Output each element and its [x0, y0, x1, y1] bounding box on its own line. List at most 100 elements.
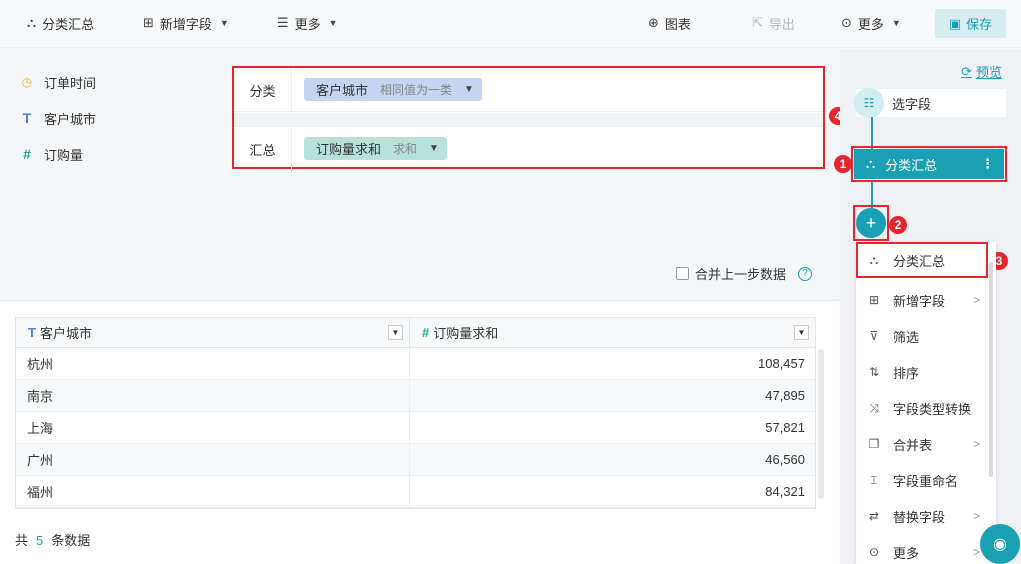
group-field-chip[interactable]: 客户城市 相同值为一类 ▼ — [304, 78, 482, 101]
table-cell: 57,821 — [765, 420, 805, 435]
export-icon: ⇱ — [752, 15, 763, 30]
save-button[interactable]: ▣ 保存 — [935, 9, 1006, 38]
table-cell: 108,457 — [758, 356, 805, 371]
summary-field-chip[interactable]: 订购量求和 求和 ▼ — [304, 137, 447, 160]
annotation-badge-2: 2 — [889, 216, 907, 234]
group-row: 分类 客户城市 相同值为一类 ▼ — [234, 68, 823, 112]
table-cell: 47,895 — [765, 388, 805, 403]
annotation-badge-1: 1 — [834, 155, 852, 173]
field-list: ◷ 订单时间 T 客户城市 # 订购量 — [0, 49, 230, 299]
menu-item-add-field[interactable]: ⊞ 新增字段 > — [856, 282, 996, 318]
chevron-right-icon: > — [972, 545, 980, 559]
field-label: 订购量 — [44, 147, 84, 163]
field-item-order-time[interactable]: ◷ 订单时间 — [20, 72, 96, 92]
table-cell: 福州 — [16, 476, 410, 507]
add-column-icon: ⊞ — [143, 15, 154, 30]
chart-button[interactable]: ⊕ 图表 — [648, 0, 691, 46]
menu-item-label: 排序 — [893, 365, 920, 381]
caret-down-icon: ▼ — [328, 18, 338, 28]
text-type-icon: T — [28, 325, 36, 340]
more-right-button[interactable]: ⊙ 更多 ▼ — [841, 0, 901, 46]
summary-tab-button[interactable]: ⛬ 分类汇总 — [27, 0, 94, 46]
table-row: 南京 47,895 — [16, 380, 815, 412]
column-header-label: 订购量求和 — [433, 326, 499, 341]
help-icon[interactable]: ? — [798, 266, 813, 281]
copy-icon: ❐ — [868, 437, 880, 451]
merge-checkbox[interactable] — [676, 267, 689, 280]
menu-item-merge-table[interactable]: ❐ 合并表 > — [856, 426, 996, 462]
chat-icon: ◉ — [993, 536, 1007, 553]
column-header-label: 客户城市 — [39, 326, 92, 341]
number-type-icon: # — [422, 325, 430, 340]
menu-item-sort[interactable]: ⇅ 排序 — [856, 354, 996, 390]
plus-circle-icon: ⊕ — [648, 15, 659, 30]
table-row: 上海 57,821 — [16, 412, 815, 444]
add-step-button[interactable]: + — [856, 208, 886, 238]
add-step-menu: ⛬ 分类汇总 ⊞ 新增字段 > ⊽ 筛选 ⇅ 排序 ⤨ 字段类型转换 ❐ 合并表… — [856, 242, 996, 564]
table-row: 杭州 108,457 — [16, 348, 815, 380]
rename-icon: ⌶ — [870, 472, 878, 487]
more-vertical-icon[interactable]: ⋮ — [981, 156, 994, 172]
group-chip-label: 客户城市 — [316, 83, 369, 98]
table-cell: 84,321 — [765, 484, 805, 499]
save-label: 保存 — [966, 17, 993, 32]
table-cell: 上海 — [16, 412, 410, 443]
add-field-label: 新增字段 — [159, 16, 212, 32]
flow-connector — [871, 117, 873, 149]
menu-item-label: 新增字段 — [893, 293, 946, 309]
step-label: 选字段 — [892, 96, 932, 112]
merge-label: 合并上一步数据 — [695, 267, 787, 282]
menu-item-more[interactable]: ⊙ 更多 > — [856, 534, 996, 564]
field-item-order-quantity[interactable]: # 订购量 — [20, 144, 83, 164]
menu-item-rename[interactable]: ⌶ 字段重命名 — [856, 462, 996, 498]
table-cell: 广州 — [16, 444, 410, 475]
menu-item-label: 替换字段 — [893, 509, 946, 525]
preview-icon: ⟳ — [961, 63, 972, 79]
chevron-right-icon: > — [972, 293, 980, 307]
field-label: 订单时间 — [44, 75, 97, 91]
add-field-button[interactable]: ⊞ 新增字段 ▼ — [143, 0, 229, 46]
column-dropdown-icon[interactable]: ▼ — [794, 325, 809, 340]
table-scrollbar[interactable] — [818, 349, 824, 499]
more-left-label: 更多 — [294, 16, 321, 32]
ellipsis-circle-icon: ⊙ — [841, 15, 852, 30]
more-right-label: 更多 — [857, 16, 884, 32]
hierarchy-icon: ⛬ — [869, 252, 879, 267]
column-dropdown-icon[interactable]: ▼ — [388, 325, 403, 340]
chart-label: 图表 — [664, 16, 691, 32]
summary-config-panel: 分类 客户城市 相同值为一类 ▼ 汇总 订购量求和 求和 ▼ — [232, 66, 825, 171]
group-chip-sub: 相同值为一类 — [380, 83, 453, 97]
column-header-sum[interactable]: # 订购量求和 ▼ — [410, 318, 815, 347]
row-count-number: 5 — [36, 533, 44, 548]
menu-item-filter[interactable]: ⊽ 筛选 — [856, 318, 996, 354]
export-label: 导出 — [768, 16, 795, 32]
chat-support-button[interactable]: ◉ — [980, 524, 1020, 564]
preview-link[interactable]: ⟳ 预览 — [961, 62, 1002, 81]
sort-icon: ⇅ — [868, 365, 880, 379]
step-summary-active[interactable]: ⛬ 分类汇总 ⋮ — [851, 146, 1007, 182]
caret-down-icon[interactable]: ▼ — [429, 143, 439, 154]
table-row: 福州 84,321 — [16, 476, 815, 508]
summary-row: 汇总 订购量求和 求和 ▼ — [234, 126, 823, 171]
more-left-button[interactable]: ☰ 更多 ▼ — [277, 0, 338, 46]
add-column-icon: ⊞ — [868, 293, 880, 307]
menu-item-label: 合并表 — [893, 437, 933, 453]
menu-item-type-convert[interactable]: ⤨ 字段类型转换 — [856, 390, 996, 426]
chevron-right-icon: > — [972, 509, 980, 523]
step-select-fields[interactable]: ☷ 选字段 — [854, 88, 1006, 118]
merge-previous-option[interactable]: 合并上一步数据 ? — [676, 264, 813, 283]
shuffle-icon: ⤨ — [869, 400, 879, 415]
divider — [234, 113, 823, 126]
menu-item-replace-field[interactable]: ⇄ 替换字段 > — [856, 498, 996, 534]
menu-item-label: 字段重命名 — [893, 473, 959, 489]
column-header-city[interactable]: T 客户城市 ▼ — [16, 318, 410, 347]
table-header: T 客户城市 ▼ # 订购量求和 ▼ — [16, 318, 815, 348]
menu-item-label: 字段类型转换 — [893, 401, 972, 417]
field-item-customer-city[interactable]: T 客户城市 — [20, 108, 96, 128]
data-table: T 客户城市 ▼ # 订购量求和 ▼ 杭州 108,457 南京 47,895 … — [15, 317, 816, 509]
menu-item-summary[interactable]: ⛬ 分类汇总 — [856, 242, 988, 278]
export-button[interactable]: ⇱ 导出 — [752, 0, 795, 46]
replace-icon: ⇄ — [868, 509, 880, 523]
menu-scrollbar[interactable] — [989, 262, 993, 477]
caret-down-icon[interactable]: ▼ — [464, 84, 474, 95]
